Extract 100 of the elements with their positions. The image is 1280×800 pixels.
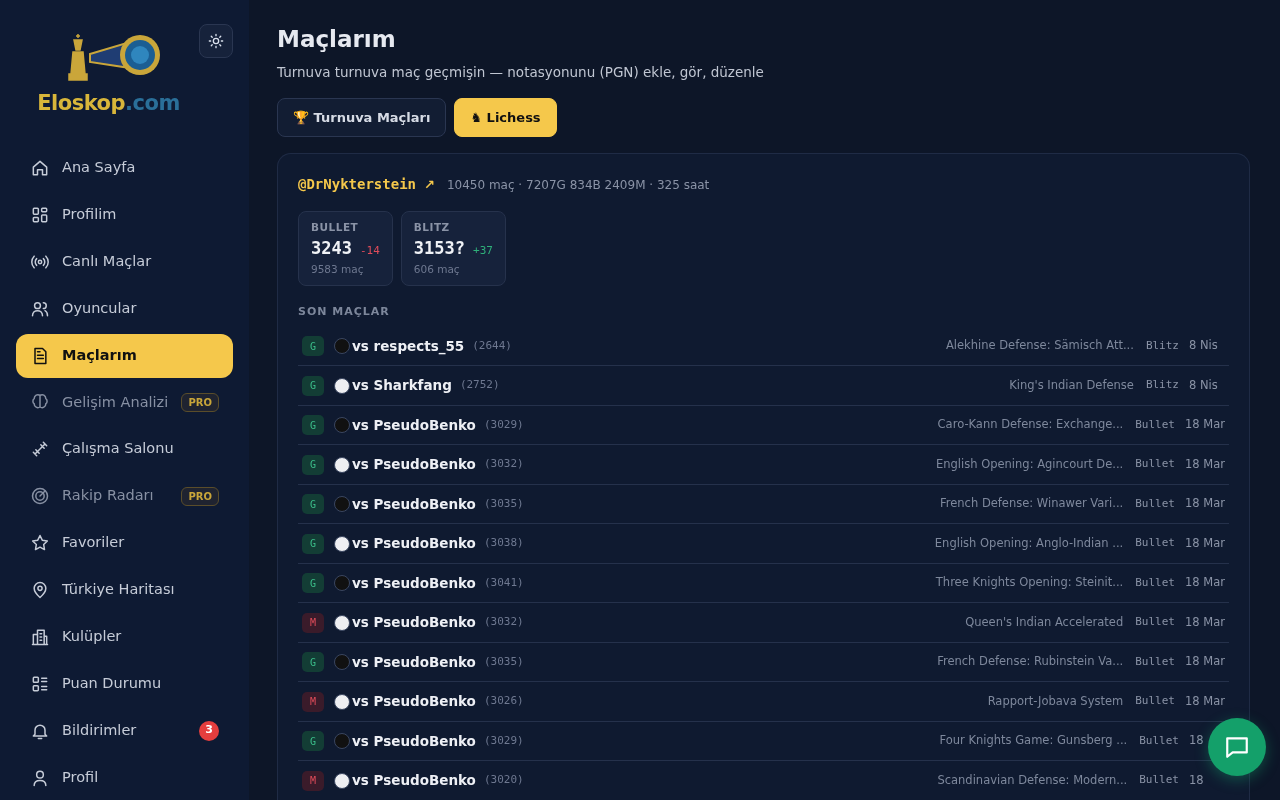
- opponent-rating: (3020): [483, 772, 524, 789]
- sidebar-item[interactable]: Ana Sayfa: [16, 146, 233, 190]
- opponent-name[interactable]: vs PseudoBenko: [352, 414, 476, 436]
- time-control: Blitz: [1145, 377, 1179, 394]
- rating-label: BLITZ: [413, 220, 451, 236]
- time-control: Bullet: [1135, 495, 1175, 513]
- result-badge: M: [302, 612, 324, 633]
- sidebar-item[interactable]: Canlı Maçlar: [16, 239, 233, 284]
- time-control: Bullet: [1135, 416, 1175, 434]
- sidebar-item[interactable]: Kulüpler: [16, 614, 233, 659]
- notification-count-badge: 3: [199, 720, 219, 741]
- game-date: 18: [1189, 771, 1205, 789]
- location-pin-icon: [30, 580, 50, 600]
- time-control: Bullet: [1135, 693, 1175, 710]
- result-badge: G: [302, 494, 324, 515]
- sidebar-item[interactable]: Çalışma Salonu: [16, 427, 233, 472]
- radar-icon: [30, 486, 50, 507]
- games-count: 606 maç: [413, 261, 461, 277]
- opponent-rating: (3035): [483, 495, 524, 512]
- opponent-rating: (3038): [483, 535, 524, 552]
- tab[interactable]: 🏆 Turnuva Maçları: [277, 97, 447, 138]
- opening-name: Queen's Indian Accelerated: [965, 613, 1124, 631]
- opponent-name[interactable]: vs Sharkfang: [352, 375, 452, 396]
- result-badge: G: [302, 731, 324, 752]
- time-control: Blitz: [1145, 337, 1179, 355]
- time-control: Bullet: [1135, 574, 1175, 592]
- game-date: 18 Mar: [1185, 455, 1225, 473]
- opening-name: Scandinavian Defense: Modern...: [937, 771, 1128, 789]
- game-date: 18 Mar: [1185, 653, 1225, 671]
- opponent-name[interactable]: vs PseudoBenko: [352, 612, 476, 633]
- game-date: 18 Mar: [1185, 416, 1225, 434]
- game-summary: 10450 maç · 7207G 834B 2409M · 325 saat: [446, 176, 710, 194]
- sidebar-item[interactable]: Profil: [16, 755, 233, 800]
- opponent-name[interactable]: vs PseudoBenko: [352, 730, 476, 752]
- result-badge: M: [302, 770, 324, 791]
- sidebar-item[interactable]: Türkiye Haritası: [16, 568, 233, 612]
- opponent-rating: (2752): [459, 377, 500, 394]
- time-control: Bullet: [1135, 614, 1175, 631]
- pro-badge: PRO: [181, 486, 219, 506]
- opening-name: Rapport-Jobava System: [987, 692, 1124, 710]
- page-subtitle: Turnuva turnuva maç geçmişin — notasyonunu (PGN) ekle, gör, düzenle: [277, 62, 765, 82]
- opponent-rating: (3029): [483, 732, 524, 749]
- opponent-rating: (3032): [483, 614, 524, 631]
- opening-name: English Opening: Agincourt De...: [935, 455, 1124, 473]
- opponent-name[interactable]: vs respects_55: [352, 335, 465, 357]
- sidebar-item[interactable]: Favoriler: [16, 521, 233, 566]
- opponent-rating: (3029): [483, 416, 524, 433]
- opening-name: Caro-Kann Defense: Exchange...: [937, 416, 1124, 434]
- result-badge: G: [302, 375, 324, 396]
- result-badge: G: [302, 573, 324, 594]
- opening-name: King's Indian Defense: [1009, 376, 1134, 394]
- opponent-rating: (3032): [483, 456, 524, 473]
- sidebar-item[interactable]: Oyuncular: [16, 286, 233, 331]
- tab[interactable]: ♞ Lichess: [454, 97, 557, 138]
- result-badge: G: [302, 415, 324, 436]
- opponent-name[interactable]: vs PseudoBenko: [352, 572, 476, 594]
- opponent-rating: (3026): [483, 693, 524, 710]
- time-control: Bullet: [1139, 772, 1179, 789]
- username-link[interactable]: @DrNykterstein: [298, 174, 416, 196]
- rating-label: BULLET: [311, 220, 360, 236]
- result-badge: G: [302, 533, 324, 554]
- result-badge: G: [302, 336, 324, 357]
- home-icon: [30, 158, 50, 178]
- opponent-name[interactable]: vs PseudoBenko: [352, 533, 476, 554]
- opening-name: Alekhine Defense: Sämisch Att...: [945, 337, 1134, 355]
- external-link[interactable]: ↗: [424, 175, 435, 195]
- time-control: Bullet: [1135, 456, 1175, 473]
- sidebar-item[interactable]: Maçlarım: [16, 333, 233, 378]
- opponent-name[interactable]: vs PseudoBenko: [352, 454, 476, 475]
- game-date: 8 Nis: [1189, 376, 1219, 394]
- page-title: Maçlarım: [277, 26, 397, 54]
- rating-value: 3243: [311, 237, 352, 261]
- result-badge: M: [302, 691, 324, 712]
- sidebar-item[interactable]: Profilim: [16, 192, 233, 237]
- opening-name: Four Knights Game: Gunsberg ...: [939, 732, 1128, 750]
- opponent-name[interactable]: vs PseudoBenko: [352, 770, 476, 791]
- sidebar-item[interactable]: Puan Durumu: [16, 661, 233, 706]
- opening-name: French Defense: Rubinstein Va...: [937, 653, 1124, 671]
- pro-badge: PRO: [181, 392, 219, 412]
- opening-name: Three Knights Opening: Steinit...: [935, 574, 1124, 592]
- opening-name: English Opening: Anglo-Indian ...: [934, 534, 1124, 552]
- game-date: 18 Mar: [1185, 574, 1225, 592]
- opponent-name[interactable]: vs PseudoBenko: [352, 493, 476, 515]
- rating-change: -14: [359, 243, 380, 260]
- chat-button[interactable]: [1208, 718, 1266, 776]
- sidebar-item[interactable]: Bildirimler 3: [16, 708, 233, 753]
- game-date: 18 Mar: [1185, 534, 1225, 552]
- games-count: 9583 maç: [311, 261, 365, 277]
- time-control: Bullet: [1135, 535, 1175, 552]
- opening-name: French Defense: Winawer Vari...: [940, 495, 1124, 513]
- game-date: 18: [1189, 732, 1205, 750]
- logo-text: Eloskop.com: [37, 90, 180, 117]
- game-date: 8 Nis: [1189, 337, 1219, 355]
- opponent-name[interactable]: vs PseudoBenko: [352, 691, 476, 712]
- opponent-rating: (3035): [483, 653, 524, 670]
- game-date: 18 Mar: [1185, 692, 1225, 710]
- opponent-name[interactable]: vs PseudoBenko: [352, 651, 476, 673]
- game-date: 18 Mar: [1185, 613, 1225, 631]
- theme-toggle-button[interactable]: [199, 24, 233, 58]
- opponent-rating: (3041): [483, 574, 524, 591]
